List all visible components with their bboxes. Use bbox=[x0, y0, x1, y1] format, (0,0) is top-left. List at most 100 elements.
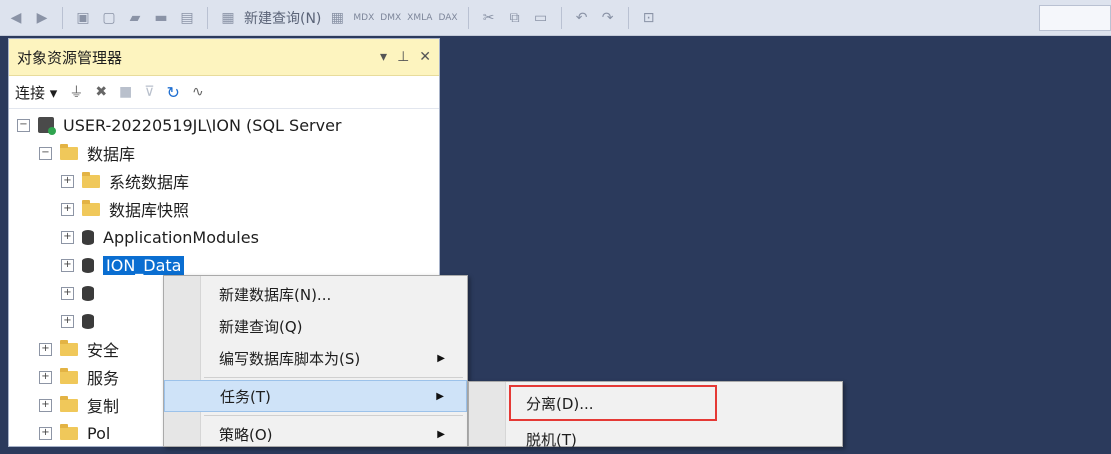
tasks-submenu: 分离(D)... 脱机(T) bbox=[468, 381, 843, 449]
application-modules-label: ApplicationModules bbox=[103, 227, 259, 247]
copy-icon[interactable]: ⧉ bbox=[505, 6, 525, 30]
back-icon[interactable]: ◀ bbox=[6, 6, 26, 30]
replication-label: 复制 bbox=[87, 397, 120, 416]
query-type-icon[interactable]: ▦ bbox=[327, 6, 347, 30]
menu-item-policies[interactable]: 策略(O) ▶ bbox=[164, 418, 467, 450]
tree-node-database[interactable]: + bbox=[61, 279, 103, 307]
dax-query-button[interactable]: DAX bbox=[438, 13, 457, 23]
expand-icon[interactable]: + bbox=[61, 258, 74, 272]
dmx-query-button[interactable]: DMX bbox=[380, 13, 401, 23]
collapse-icon[interactable]: − bbox=[17, 118, 30, 132]
activity-icon[interactable]: ∿ bbox=[192, 84, 204, 100]
tree-node-system-databases[interactable]: + 系统数据库 bbox=[61, 167, 189, 195]
save-all-icon[interactable]: ▤ bbox=[177, 6, 197, 30]
expand-icon[interactable]: + bbox=[61, 286, 74, 300]
disconnect-icon[interactable]: ✖ bbox=[95, 84, 107, 100]
database-icon bbox=[82, 229, 94, 245]
tree-node-server[interactable]: − USER-20220519JL\ION (SQL Server bbox=[17, 111, 342, 139]
connect-button[interactable]: 连接 ▾ bbox=[15, 82, 57, 103]
object-explorer-title: 对象资源管理器 bbox=[17, 48, 123, 67]
save-icon[interactable]: ▬ bbox=[151, 6, 171, 30]
expand-icon[interactable]: + bbox=[39, 342, 52, 356]
menu-separator bbox=[204, 415, 463, 416]
pin-icon[interactable]: ⊥ bbox=[397, 49, 409, 65]
toolbar-separator bbox=[207, 6, 208, 29]
server-objects-label: 服务 bbox=[87, 369, 120, 388]
tree-node-application-modules[interactable]: + ApplicationModules bbox=[61, 223, 259, 251]
expand-icon[interactable]: + bbox=[39, 398, 52, 412]
security-label: 安全 bbox=[87, 341, 120, 360]
database-icon bbox=[82, 313, 94, 329]
folder-icon bbox=[60, 367, 78, 384]
activity-monitor-icon[interactable]: ⊡ bbox=[639, 6, 659, 30]
menu-item-label: 编写数据库脚本为(S) bbox=[219, 349, 361, 368]
extra-label: Pol bbox=[87, 423, 111, 443]
menu-item-label: 任务(T) bbox=[220, 387, 271, 406]
new-query-button[interactable]: 新建查询(N) bbox=[244, 8, 321, 28]
expand-icon[interactable]: + bbox=[39, 370, 52, 384]
submenu-arrow-icon: ▶ bbox=[437, 428, 445, 440]
search-box[interactable] bbox=[1039, 5, 1111, 31]
new-query-icon[interactable]: ▦ bbox=[218, 6, 238, 30]
main-toolbar: ◀ ▶ ▣ ▢ ▰ ▬ ▤ ▦ 新建查询(N) ▦ MDX DMX XMLA D… bbox=[0, 0, 1111, 36]
menu-item-script-database-as[interactable]: 编写数据库脚本为(S) ▶ bbox=[164, 342, 467, 374]
menu-item-new-database[interactable]: 新建数据库(N)... bbox=[164, 278, 467, 310]
database-icon bbox=[82, 257, 94, 273]
object-explorer-title-bar: 对象资源管理器 ▾ ⊥ ✕ bbox=[9, 39, 439, 76]
folder-icon bbox=[60, 143, 78, 160]
folder-icon bbox=[60, 339, 78, 356]
annotation-highlight-box bbox=[509, 385, 717, 421]
cut-icon[interactable]: ✂ bbox=[479, 6, 499, 30]
menu-item-new-query[interactable]: 新建查询(Q) bbox=[164, 310, 467, 342]
xmla-query-button[interactable]: XMLA bbox=[407, 13, 432, 23]
folder-icon bbox=[82, 171, 100, 188]
server-label: USER-20220519JL\ION (SQL Server bbox=[63, 115, 342, 135]
expand-icon[interactable]: + bbox=[39, 426, 52, 440]
connect-icon[interactable]: ⏚ bbox=[69, 82, 83, 102]
menu-separator bbox=[204, 377, 463, 378]
panel-actions: ▾ ⊥ ✕ bbox=[380, 49, 431, 65]
forward-icon[interactable]: ▶ bbox=[32, 6, 52, 30]
folder-icon bbox=[60, 423, 78, 440]
server-icon bbox=[38, 117, 56, 135]
tree-node-server-objects[interactable]: + 服务 bbox=[39, 363, 119, 391]
menu-item-offline[interactable]: 脱机(T) bbox=[469, 424, 842, 454]
collapse-icon[interactable]: − bbox=[39, 146, 52, 160]
stop-icon[interactable]: ■ bbox=[119, 84, 132, 100]
redo-icon[interactable]: ↷ bbox=[598, 6, 618, 30]
menu-item-tasks[interactable]: 任务(T) ▶ bbox=[164, 380, 467, 412]
new-file-icon[interactable]: ▢ bbox=[99, 6, 119, 30]
tree-node-database[interactable]: + bbox=[61, 307, 103, 335]
undo-icon[interactable]: ↶ bbox=[572, 6, 592, 30]
menu-item-label: 脱机(T) bbox=[526, 430, 577, 449]
expand-icon[interactable]: + bbox=[61, 202, 74, 216]
filter-icon[interactable]: ⊽ bbox=[144, 84, 154, 100]
tree-node-extra[interactable]: + Pol bbox=[39, 419, 111, 446]
mdx-query-button[interactable]: MDX bbox=[353, 13, 374, 23]
tree-node-database-snapshots[interactable]: + 数据库快照 bbox=[61, 195, 189, 223]
tree-node-replication[interactable]: + 复制 bbox=[39, 391, 119, 419]
toolbar-separator bbox=[467, 6, 469, 29]
expand-icon[interactable]: + bbox=[61, 314, 74, 328]
dropdown-icon[interactable]: ▾ bbox=[380, 49, 387, 65]
tree-node-security[interactable]: + 安全 bbox=[39, 335, 119, 363]
object-explorer-toolbar: 连接 ▾ ⏚ ✖ ■ ⊽ ↻ ∿ bbox=[9, 76, 439, 109]
folder-icon bbox=[60, 395, 78, 412]
databases-label: 数据库 bbox=[87, 145, 136, 164]
open-folder-icon[interactable]: ▰ bbox=[125, 6, 145, 30]
expand-icon[interactable]: + bbox=[61, 230, 74, 244]
database-icon bbox=[82, 285, 94, 301]
close-icon[interactable]: ✕ bbox=[419, 49, 431, 65]
menu-item-label: 新建查询(Q) bbox=[219, 317, 303, 336]
submenu-arrow-icon: ▶ bbox=[437, 352, 445, 364]
tree-node-databases[interactable]: − 数据库 bbox=[39, 139, 135, 167]
menu-item-label: 策略(O) bbox=[219, 425, 273, 444]
toolbar-separator bbox=[560, 6, 562, 29]
new-project-icon[interactable]: ▣ bbox=[73, 6, 93, 30]
expand-icon[interactable]: + bbox=[61, 174, 74, 188]
refresh-icon[interactable]: ↻ bbox=[167, 83, 180, 102]
toolbar-separator bbox=[62, 6, 63, 29]
database-snapshots-label: 数据库快照 bbox=[109, 201, 190, 220]
paste-icon[interactable]: ▭ bbox=[531, 6, 551, 30]
selected-database-label: ION_Data bbox=[103, 255, 185, 275]
